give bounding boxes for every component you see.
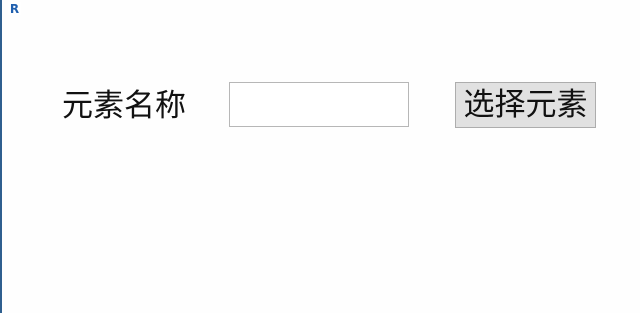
dialog-window: R 元素名称 选择元素: [0, 0, 640, 313]
revit-r-icon-graphic: R: [8, 2, 21, 15]
window-left-border: [0, 0, 2, 313]
element-name-input[interactable]: [229, 82, 409, 127]
select-element-button[interactable]: 选择元素: [455, 82, 596, 128]
element-name-label: 元素名称: [62, 88, 186, 124]
revit-r-icon: R: [8, 2, 21, 15]
svg-text:R: R: [10, 2, 19, 15]
